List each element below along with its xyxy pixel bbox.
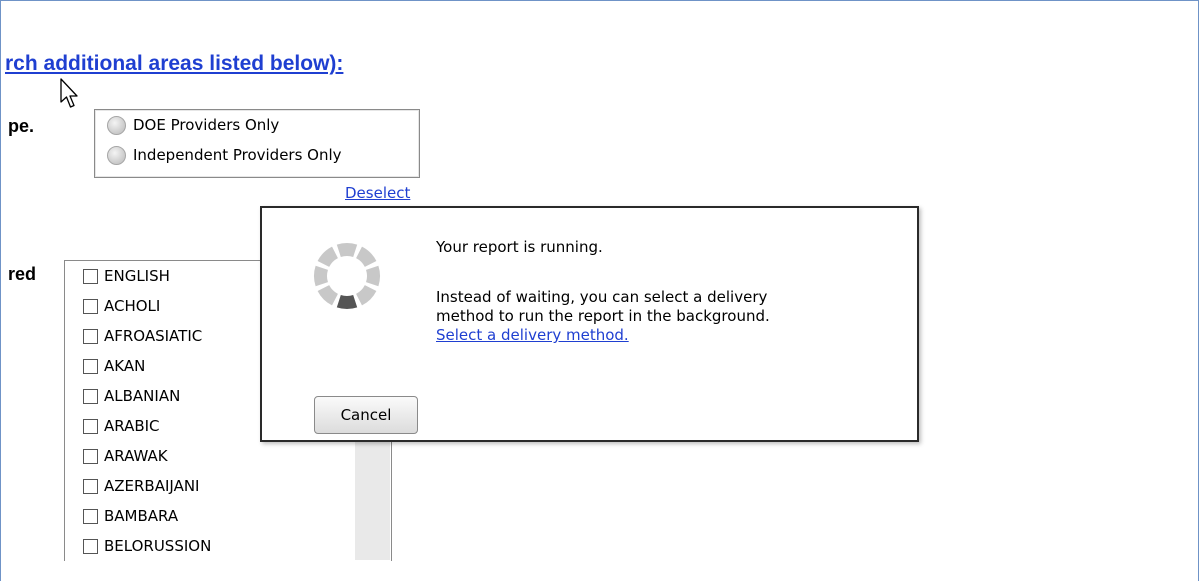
list-item[interactable]: BELORUSSION [83,532,211,560]
checkbox[interactable] [83,268,98,284]
radio-label: Independent Providers Only [133,146,342,164]
checkbox-label: BELORUSSION [104,537,212,555]
checkbox-label: ALBANIAN [104,387,181,405]
list-item[interactable]: AFROASIATIC [83,322,202,350]
provider-type-label: pe. [8,116,35,136]
spinner-segment [366,265,380,287]
checkbox-label: AZERBAIJANI [104,477,200,495]
spinner-segment [317,246,338,267]
delivery-info-line-2: method to run the report in the backgrou… [436,307,770,325]
cancel-button[interactable]: Cancel [314,396,418,434]
mouse-cursor-icon [60,78,78,108]
list-item[interactable]: AZERBAIJANI [83,472,199,500]
checkbox-label: ARAWAK [104,447,168,465]
radio-button[interactable] [107,115,126,135]
checkbox[interactable] [83,508,98,524]
checkbox-label: ENGLISH [104,267,170,285]
checkbox[interactable] [83,328,98,344]
checkbox-label: AKAN [104,357,146,375]
list-item[interactable]: BAMBARA [83,502,178,530]
spinner-segment [336,243,358,257]
provider-type-radio-group: DOE Providers Only Independent Providers… [94,109,420,178]
list-item[interactable]: ARAWAK [83,442,168,470]
loading-spinner-icon [314,243,380,309]
checkbox-label: AFROASIATIC [104,327,203,345]
deselect-link[interactable]: Deselect [345,184,410,202]
spinner-segment [336,295,358,309]
spinner-segment [314,265,328,287]
list-item[interactable]: ENGLISH [83,262,170,290]
report-status-text: Your report is running. [436,238,603,256]
list-item[interactable]: ACHOLI [83,292,160,320]
list-scrollbar[interactable] [355,440,390,560]
checkbox[interactable] [83,418,98,434]
checkbox[interactable] [83,358,98,374]
checkbox-label: ACHOLI [104,297,161,315]
select-delivery-method-link[interactable]: Select a delivery method. [436,326,629,344]
checkbox[interactable] [83,388,98,404]
checkbox-label: BAMBARA [104,507,179,525]
radio-button[interactable] [107,145,126,165]
checkbox-label: ARABIC [104,417,160,435]
languages-label: red [8,264,37,284]
radio-option-doe[interactable]: DOE Providers Only [107,113,279,137]
list-item[interactable]: ALBANIAN [83,382,180,410]
report-running-dialog: Your report is running. Instead of waiti… [260,206,919,442]
additional-areas-link[interactable]: rch additional areas listed below): [5,52,343,76]
checkbox[interactable] [83,298,98,314]
checkbox[interactable] [83,538,98,554]
checkbox[interactable] [83,448,98,464]
spinner-segment [356,285,377,306]
list-item[interactable]: AKAN [83,352,145,380]
radio-option-independent[interactable]: Independent Providers Only [107,143,342,167]
spinner-segment [356,246,377,267]
spinner-segment [317,285,338,306]
radio-label: DOE Providers Only [133,116,280,134]
checkbox[interactable] [83,478,98,494]
delivery-info-line-1: Instead of waiting, you can select a del… [436,288,768,306]
list-item[interactable]: ARABIC [83,412,160,440]
